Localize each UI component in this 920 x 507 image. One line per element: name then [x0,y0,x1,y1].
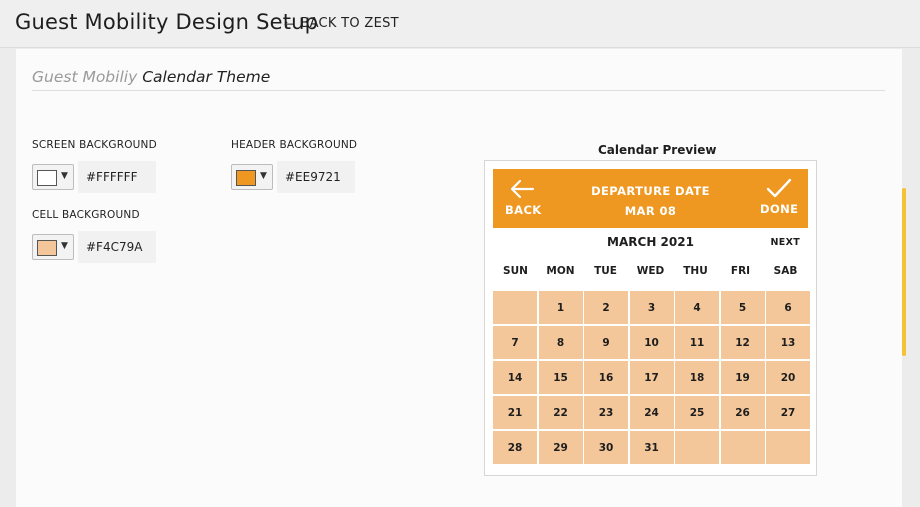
next-month-button[interactable]: NEXT [771,237,800,248]
section-title: Guest Mobiliy Calendar Theme [32,68,270,86]
calendar-day-cell[interactable]: 9 [584,326,628,359]
calendar-day-cell[interactable]: 19 [720,361,765,394]
calendar-day-cell[interactable]: 6 [766,291,810,324]
calendar-day-cell[interactable]: 25 [675,396,719,429]
scrollbar-thumb[interactable] [902,188,906,356]
calendar-day-cell[interactable]: 29 [538,431,583,464]
calendar-preview: BACK DEPARTURE DATE MAR 08 DONE MARCH 20… [484,160,817,476]
caret-down-icon: ▼ [61,171,68,181]
calendar-day-cell[interactable]: 24 [629,396,674,429]
caret-down-icon: ▼ [260,171,267,181]
screen-background-label: SCREEN BACKGROUND [32,139,157,151]
checkmark-icon [766,178,796,198]
calendar-empty-cell [675,431,719,464]
calendar-day-cell[interactable]: 10 [629,326,674,359]
cell-background-label: CELL BACKGROUND [32,209,140,221]
header-background-label: HEADER BACKGROUND [231,139,358,151]
calendar-empty-cell [493,291,537,324]
weekday-label: TUE [594,265,617,277]
screen-background-hex-input[interactable] [78,161,156,193]
calendar-day-cell[interactable]: 30 [584,431,628,464]
header-background-hex-input[interactable] [277,161,355,193]
section-title-prefix: Guest Mobiliy [32,68,138,86]
header-background-swatch [236,170,256,186]
calendar-day-cell[interactable]: 21 [493,396,537,429]
month-row: MARCH 2021 NEXT [493,233,808,253]
screen-background-swatch [37,170,57,186]
screen-background-color-picker[interactable]: ▼ [32,164,74,190]
weekday-header-row: SUN MON TUE WED THU FRI SAB [493,265,808,281]
calendar-day-cell[interactable]: 22 [538,396,583,429]
cell-background-color-picker[interactable]: ▼ [32,234,74,260]
calendar-day-cell[interactable]: 27 [766,396,810,429]
caret-down-icon: ▼ [61,241,68,251]
calendar-day-cell[interactable]: 12 [720,326,765,359]
calendar-empty-cell [720,431,765,464]
weekday-label: WED [636,265,665,277]
calendar-day-cell[interactable]: 23 [584,396,628,429]
calendar-day-cell[interactable]: 17 [629,361,674,394]
settings-panel: Guest Mobiliy Calendar Theme SCREEN BACK… [16,49,902,507]
back-to-zest-link[interactable]: ← BACK TO ZEST [284,16,399,31]
calendar-day-cell[interactable]: 15 [538,361,583,394]
cell-background-hex-input[interactable] [78,231,156,263]
calendar-day-grid: 1 2 3 4 5 6 7 8 9 10 11 12 13 14 15 16 17 18 19 20 21 22 23 24 2… [493,291,810,466]
calendar-header: BACK DEPARTURE DATE MAR 08 DONE [493,169,808,228]
calendar-day-cell[interactable]: 26 [720,396,765,429]
calendar-day-cell[interactable]: 18 [675,361,719,394]
calendar-day-cell[interactable]: 8 [538,326,583,359]
calendar-day-cell[interactable]: 7 [493,326,537,359]
weekday-label: THU [683,265,708,277]
calendar-day-cell[interactable]: 13 [766,326,810,359]
calendar-day-cell[interactable]: 11 [675,326,719,359]
calendar-day-cell[interactable]: 20 [766,361,810,394]
page-title: Guest Mobility Design Setup [15,10,319,34]
month-label: MARCH 2021 [607,235,694,249]
weekday-label: FRI [730,265,751,277]
calendar-day-cell[interactable]: 3 [629,291,674,324]
back-to-zest-label: BACK TO ZEST [300,16,399,31]
top-bar: Guest Mobility Design Setup ← BACK TO ZE… [0,0,920,48]
weekday-label: SUN [503,265,528,277]
weekday-label: MON [546,265,575,277]
calendar-done-label: DONE [760,202,799,216]
section-divider [32,90,885,91]
calendar-day-cell[interactable]: 28 [493,431,537,464]
section-title-main: Calendar Theme [142,68,271,86]
calendar-day-cell[interactable]: 31 [629,431,674,464]
calendar-empty-cell [766,431,810,464]
calendar-day-cell[interactable]: 5 [720,291,765,324]
weekday-label: SAB [773,265,798,277]
calendar-day-cell[interactable]: 4 [675,291,719,324]
calendar-day-cell[interactable]: 14 [493,361,537,394]
calendar-preview-title: Calendar Preview [598,143,717,157]
cell-background-swatch [37,240,57,256]
calendar-day-cell[interactable]: 2 [584,291,628,324]
header-background-color-picker[interactable]: ▼ [231,164,273,190]
calendar-day-cell[interactable]: 16 [584,361,628,394]
calendar-done-button[interactable]: DONE [760,178,799,216]
arrow-left-icon: ← [284,16,295,31]
calendar-day-cell[interactable]: 1 [538,291,583,324]
